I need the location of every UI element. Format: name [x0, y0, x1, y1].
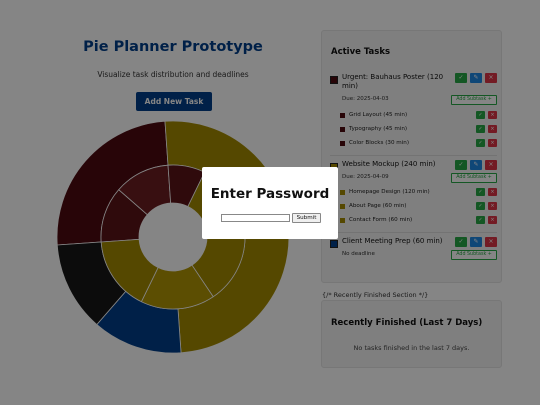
submit-button[interactable]: Submit — [292, 213, 321, 223]
password-input[interactable] — [221, 214, 290, 222]
password-modal: Enter Password Submit — [202, 167, 338, 239]
modal-title: Enter Password — [210, 186, 330, 202]
